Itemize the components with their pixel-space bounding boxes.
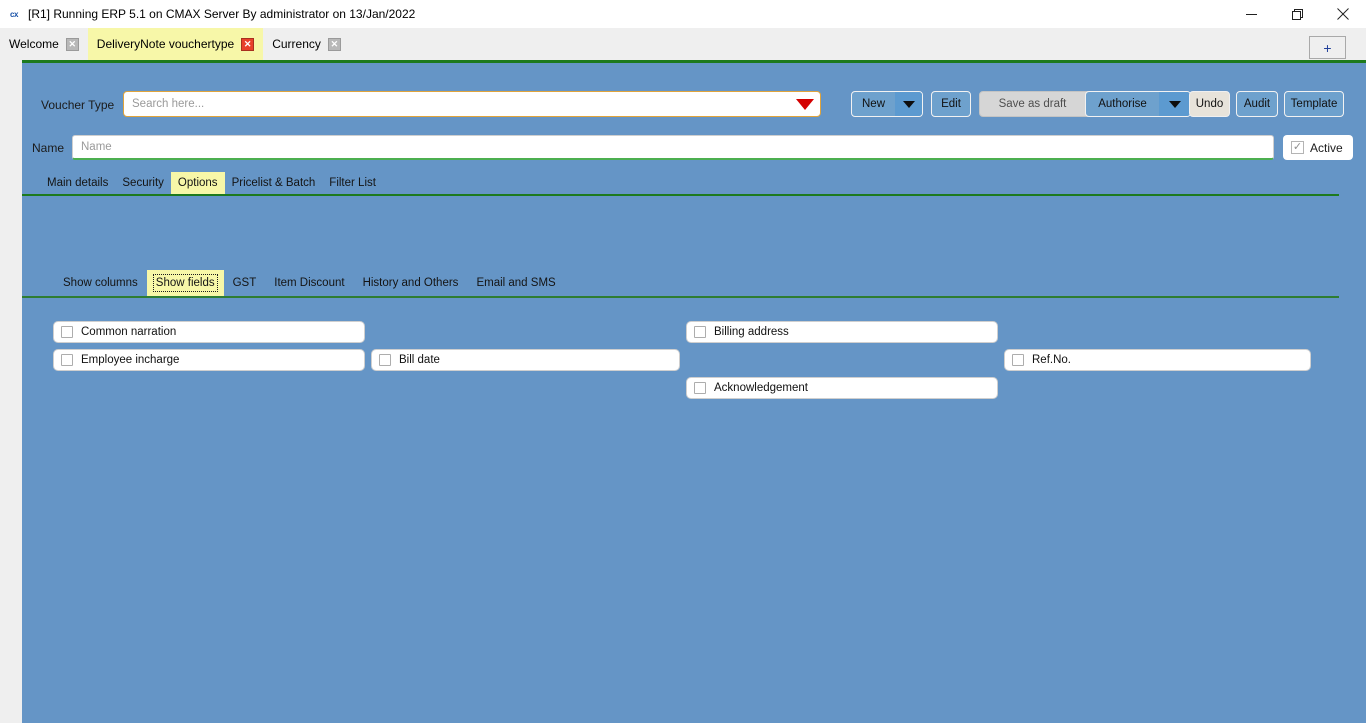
- restore-icon[interactable]: [1274, 0, 1320, 28]
- tab-label: Security: [122, 177, 164, 189]
- field-checkbox[interactable]: [61, 354, 73, 366]
- dropdown-arrow-icon[interactable]: [790, 92, 820, 116]
- voucher-type-label: Voucher Type: [41, 98, 115, 112]
- document-tab-label: DeliveryNote vouchertype: [96, 37, 235, 51]
- field-label: Bill date: [399, 354, 440, 366]
- tab-options[interactable]: Options: [170, 172, 225, 194]
- window-title: [R1] Running ERP 5.1 on CMAX Server By a…: [28, 7, 416, 21]
- document-tab-strip: Welcome ✕ DeliveryNote vouchertype ✕ Cur…: [0, 28, 1366, 60]
- minimize-icon[interactable]: [1228, 0, 1274, 28]
- field-option-billing-address[interactable]: Billing address: [686, 321, 998, 343]
- subtab-label: Email and SMS: [476, 277, 556, 289]
- subtab-email-and-sms[interactable]: Email and SMS: [467, 270, 564, 296]
- field-checkbox[interactable]: [61, 326, 73, 338]
- voucher-type-search-combo[interactable]: [123, 91, 821, 117]
- active-checkbox-panel[interactable]: ✓ Active: [1283, 135, 1353, 160]
- add-tab-button[interactable]: +: [1309, 36, 1346, 59]
- document-tab-label: Currency: [272, 37, 321, 51]
- document-tab-currency[interactable]: Currency ✕: [263, 28, 350, 60]
- edit-button[interactable]: Edit: [931, 91, 971, 117]
- subtab-gst[interactable]: GST: [224, 270, 266, 296]
- field-option-common-narration[interactable]: Common narration: [53, 321, 365, 343]
- save-as-draft-button-label: Save as draft: [998, 98, 1067, 110]
- template-button-label: Template: [1290, 98, 1338, 110]
- tab-close-icon[interactable]: ✕: [65, 37, 79, 51]
- document-tab-deliverynote-vouchertype[interactable]: DeliveryNote vouchertype ✕: [87, 28, 264, 60]
- undo-button-label: Undo: [1195, 98, 1224, 110]
- field-option-acknowledgement[interactable]: Acknowledgement: [686, 377, 998, 399]
- tab-close-icon[interactable]: ✕: [327, 37, 341, 51]
- tab-filter-list[interactable]: Filter List: [322, 172, 383, 194]
- field-checkbox[interactable]: [694, 382, 706, 394]
- field-label: Common narration: [81, 326, 177, 338]
- active-checkbox[interactable]: ✓: [1291, 141, 1304, 154]
- document-tab-welcome[interactable]: Welcome ✕: [0, 28, 88, 60]
- search-input[interactable]: [124, 92, 790, 116]
- subtab-label: Show columns: [63, 277, 138, 289]
- top-accent-rule: [22, 60, 1366, 63]
- new-dropdown-arrow-icon[interactable]: [895, 92, 922, 116]
- new-button-label: New: [862, 98, 886, 110]
- tab-pricelist-and-batch[interactable]: Pricelist & Batch: [225, 172, 323, 194]
- document-tab-label: Welcome: [9, 37, 59, 51]
- field-label: Billing address: [714, 326, 789, 338]
- active-checkbox-label: Active: [1310, 140, 1343, 155]
- edit-button-label: Edit: [941, 98, 961, 110]
- main-tab-bar: Main details Security Options Pricelist …: [22, 172, 1339, 196]
- field-checkbox[interactable]: [1012, 354, 1024, 366]
- audit-button[interactable]: Audit: [1236, 91, 1278, 117]
- authorise-button-label: Authorise: [1098, 98, 1147, 110]
- field-checkbox[interactable]: [379, 354, 391, 366]
- undo-button[interactable]: Undo: [1189, 91, 1230, 117]
- application-body: Voucher Type New Edit Save as draft Auth…: [22, 60, 1366, 723]
- tab-label: Main details: [47, 177, 109, 189]
- subtab-label: GST: [232, 277, 257, 289]
- authorise-dropdown-arrow-icon[interactable]: [1159, 92, 1190, 116]
- name-input[interactable]: [73, 136, 1273, 158]
- tab-main-details[interactable]: Main details: [40, 172, 115, 194]
- show-fields-panel: Common narration Billing address Employe…: [22, 302, 1366, 412]
- name-label: Name: [32, 141, 65, 155]
- app-logo-icon: cx: [10, 9, 18, 19]
- subtab-history-and-others[interactable]: History and Others: [354, 270, 468, 296]
- subtab-label: History and Others: [362, 277, 459, 289]
- subtab-item-discount[interactable]: Item Discount: [265, 270, 353, 296]
- tab-label: Options: [177, 177, 218, 189]
- subtab-show-fields[interactable]: Show fields: [146, 270, 224, 296]
- tab-label: Filter List: [329, 177, 376, 189]
- audit-button-label: Audit: [1243, 98, 1271, 110]
- tab-close-icon[interactable]: ✕: [241, 37, 255, 51]
- subtab-label: Item Discount: [274, 277, 345, 289]
- subtab-label: Show fields: [152, 274, 218, 292]
- field-label: Employee incharge: [81, 354, 180, 366]
- authorise-button[interactable]: Authorise: [1085, 91, 1191, 117]
- close-icon[interactable]: [1320, 0, 1366, 28]
- subtab-show-columns[interactable]: Show columns: [54, 270, 147, 296]
- field-option-ref-no[interactable]: Ref.No.: [1004, 349, 1311, 371]
- tab-security[interactable]: Security: [115, 172, 171, 194]
- field-option-bill-date[interactable]: Bill date: [371, 349, 680, 371]
- window-title-bar: cx [R1] Running ERP 5.1 on CMAX Server B…: [0, 0, 1366, 28]
- sub-tab-bar: Show columns Show fields GST Item Discou…: [22, 270, 1339, 298]
- field-checkbox[interactable]: [694, 326, 706, 338]
- field-option-employee-incharge[interactable]: Employee incharge: [53, 349, 365, 371]
- template-button[interactable]: Template: [1284, 91, 1344, 117]
- window-controls: [1228, 0, 1366, 28]
- new-button[interactable]: New: [851, 91, 923, 117]
- tab-label: Pricelist & Batch: [231, 177, 316, 189]
- name-field-wrapper[interactable]: [72, 135, 1274, 160]
- field-label: Ref.No.: [1032, 354, 1071, 366]
- field-label: Acknowledgement: [714, 382, 808, 394]
